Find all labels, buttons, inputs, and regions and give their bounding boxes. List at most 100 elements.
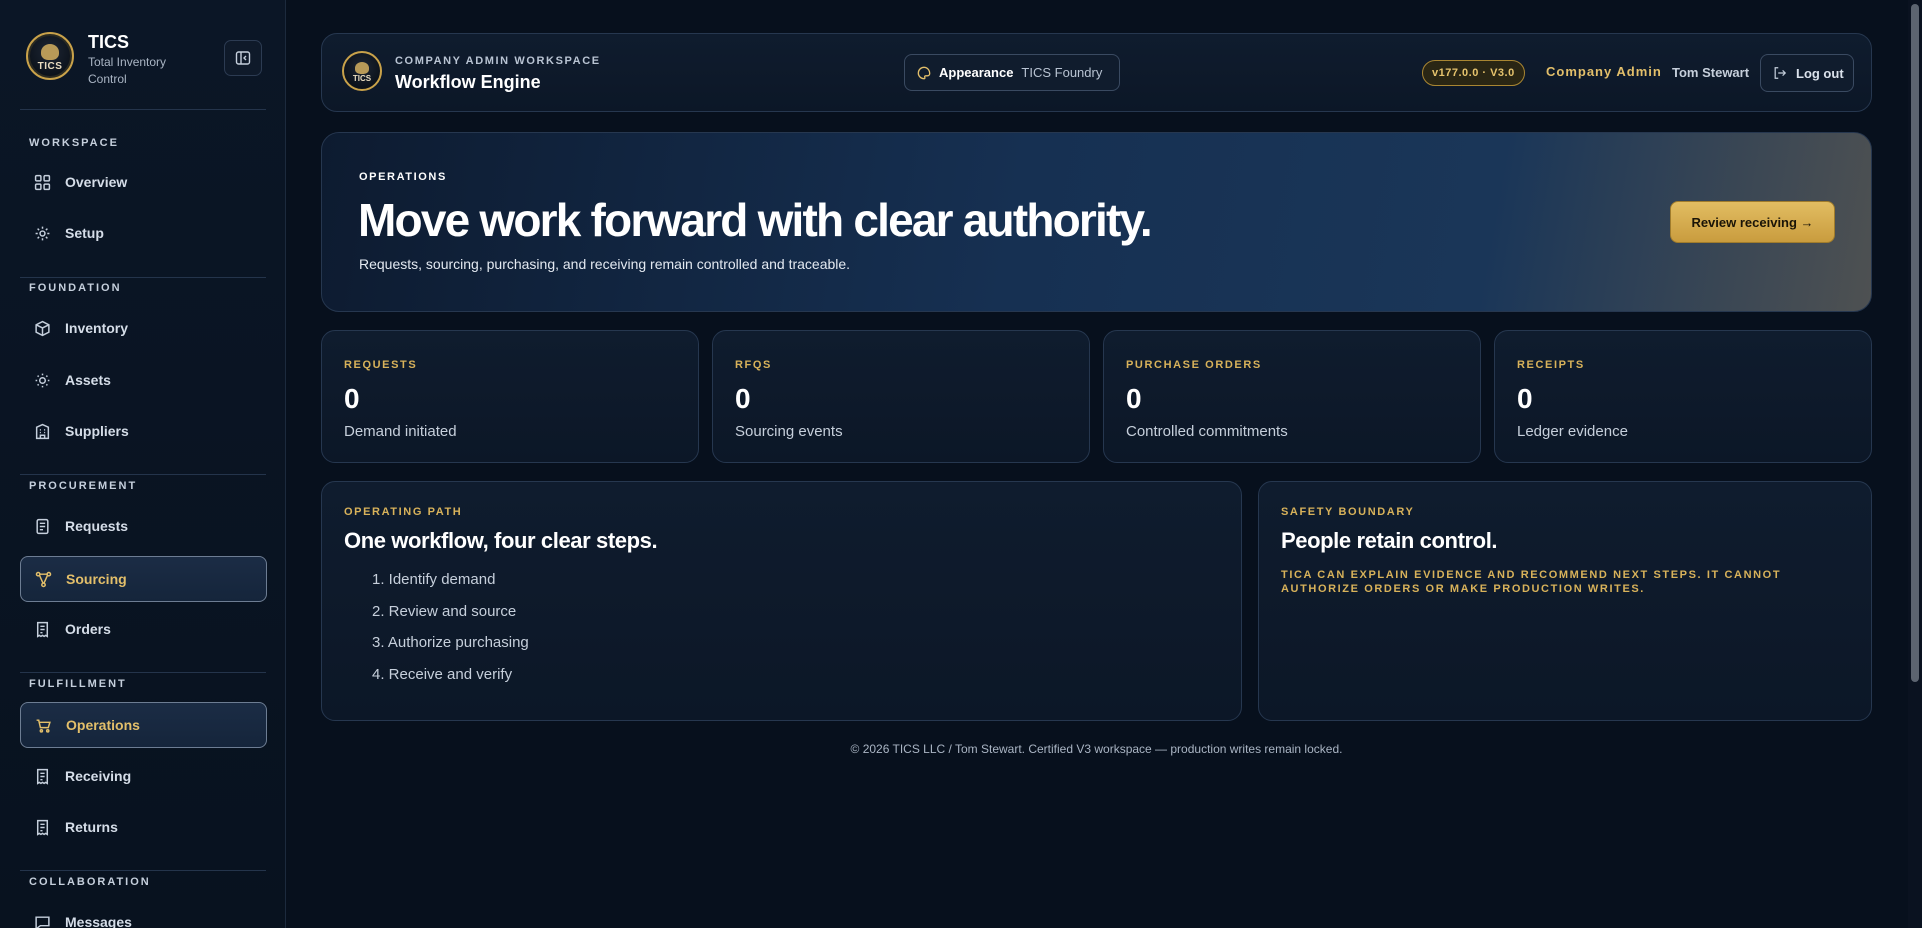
building-icon [35, 423, 50, 439]
sidebar-item-label: Suppliers [65, 423, 129, 439]
sidebar-item-label: Setup [65, 225, 104, 241]
stat-card-rfqs: RFQS 0 Sourcing events [712, 330, 1090, 463]
stat-value: 0 [735, 383, 751, 414]
stat-value: 0 [344, 383, 360, 414]
sidebar-item-returns[interactable]: Returns [20, 804, 267, 850]
stat-card-receipts: RECEIPTS 0 Ledger evidence [1494, 330, 1872, 463]
operating-path-card: OPERATING PATH One workflow, four clear … [321, 481, 1242, 721]
safety-boundary-card: SAFETY BOUNDARY People retain control. T… [1258, 481, 1872, 721]
stat-label: REQUESTS [344, 359, 418, 371]
role-label: Company Admin [1546, 64, 1662, 79]
lion-icon [355, 62, 369, 74]
divider [20, 870, 266, 871]
stat-value: 0 [1126, 383, 1142, 414]
cart-icon [36, 718, 51, 733]
sidebar-item-label: Orders [65, 621, 111, 637]
workflow-step: 1. Identify demand [372, 571, 496, 588]
stat-card-requests: REQUESTS 0 Demand initiated [321, 330, 699, 463]
logout-button[interactable]: Log out [1760, 54, 1854, 92]
chat-icon [35, 915, 50, 928]
sidebar-item-label: Receiving [65, 768, 132, 784]
appearance-button[interactable]: Appearance TICS Foundry [904, 54, 1120, 91]
logout-label: Log out [1796, 65, 1844, 81]
brand-logo: TICS [26, 32, 74, 80]
sun-icon [35, 373, 50, 387]
user-name: Tom Stewart [1672, 65, 1750, 80]
sidebar-item-assets[interactable]: Assets [20, 357, 267, 403]
brand-subtitle: Total Inventory Control [88, 55, 167, 86]
sidebar-item-label: Inventory [65, 320, 129, 336]
sidebar-item-label: Requests [65, 518, 129, 534]
stat-label: RECEIPTS [1517, 359, 1585, 371]
sidebar-item-operations[interactable]: Operations [20, 702, 267, 748]
section-title-procurement: PROCUREMENT [29, 480, 138, 492]
workflow-step: 2. Review and source [372, 602, 517, 620]
sidebar-item-setup[interactable]: Setup [20, 210, 267, 256]
collapse-sidebar-button[interactable] [224, 40, 262, 76]
palette-icon [917, 66, 931, 79]
workflow-step: 4. Receive and verify [372, 665, 513, 683]
sidebar-item-receiving[interactable]: Receiving [20, 753, 267, 799]
receipt-icon [36, 768, 49, 785]
sidebar-item-label: Messages [65, 914, 132, 928]
receipt-icon [36, 621, 49, 638]
sidebar-item-label: Operations [66, 717, 140, 733]
hero-subtitle: Requests, sourcing, purchasing, and rece… [359, 256, 851, 272]
sidebar-item-inventory[interactable]: Inventory [20, 305, 267, 351]
divider [20, 109, 266, 110]
lion-icon [41, 44, 59, 60]
gear-icon [35, 226, 50, 240]
footer-text: © 2026 TICS LLC / Tom Stewart. Certified… [850, 742, 1343, 756]
workspace-eyebrow: COMPANY ADMIN WORKSPACE [395, 55, 601, 67]
stat-description: Demand initiated [344, 423, 457, 440]
workflow-steps: 1. Identify demand 2. Review and source … [372, 570, 529, 696]
sidebar-item-label: Sourcing [66, 571, 127, 587]
card-eyebrow: OPERATING PATH [344, 506, 463, 518]
document-icon [36, 518, 49, 534]
sidebar-item-label: Returns [65, 819, 118, 835]
section-title-fulfillment: FULFILLMENT [29, 678, 127, 690]
sidebar-item-suppliers[interactable]: Suppliers [20, 408, 267, 454]
stat-value: 0 [1517, 383, 1533, 414]
section-title-foundation: FOUNDATION [29, 282, 122, 294]
sidebar-item-overview[interactable]: Overview [20, 159, 267, 205]
section-title-collaboration: COLLABORATION [29, 876, 151, 888]
hero-banner: OPERATIONS Move work forward with clear … [321, 132, 1872, 312]
box-icon [35, 320, 50, 336]
brand-logo-text: TICS [37, 61, 63, 72]
scrollbar-thumb[interactable] [1911, 4, 1919, 682]
version-badge: v177.0.0 · V3.0 [1422, 60, 1525, 86]
sidebar: TICS TICS Total Inventory Control WORKSP… [0, 0, 286, 928]
sidebar-item-sourcing[interactable]: Sourcing [20, 556, 267, 602]
workspace-logo-text: TICS [352, 74, 372, 83]
stat-label: RFQS [735, 359, 772, 371]
appearance-value: TICS Foundry [1021, 65, 1103, 80]
workspace-logo: TICS [342, 51, 382, 91]
top-bar: TICS COMPANY ADMIN WORKSPACE Workflow En… [321, 33, 1872, 112]
hero-eyebrow: OPERATIONS [359, 171, 447, 183]
card-title: One workflow, four clear steps. [344, 528, 658, 553]
section-title-workspace: WORKSPACE [29, 137, 119, 149]
card-eyebrow: SAFETY BOUNDARY [1281, 506, 1415, 518]
stat-description: Ledger evidence [1517, 423, 1628, 440]
appearance-label: Appearance [939, 65, 1014, 80]
sidebar-item-orders[interactable]: Orders [20, 606, 267, 652]
workflow-step: 3. Authorize purchasing [372, 634, 529, 651]
logout-icon [1774, 67, 1787, 79]
scrollbar[interactable] [1908, 0, 1922, 928]
stat-description: Sourcing events [735, 423, 843, 440]
sidebar-item-messages[interactable]: Messages [20, 899, 267, 928]
card-title: People retain control. [1281, 528, 1498, 553]
sidebar-item-label: Assets [65, 372, 111, 388]
sidebar-item-label: Overview [65, 174, 128, 190]
divider [20, 277, 266, 278]
network-icon [35, 571, 52, 587]
review-receiving-button[interactable]: Review receiving → [1670, 201, 1835, 243]
receipt-icon [36, 819, 49, 836]
stat-description: Controlled commitments [1126, 423, 1288, 440]
sidebar-item-requests[interactable]: Requests [20, 503, 267, 549]
hero-title: Move work forward with clear authority. [358, 194, 1153, 246]
divider [20, 474, 266, 475]
stat-card-purchase-orders: PURCHASE ORDERS 0 Controlled commitments [1103, 330, 1481, 463]
grid-icon [34, 174, 51, 190]
